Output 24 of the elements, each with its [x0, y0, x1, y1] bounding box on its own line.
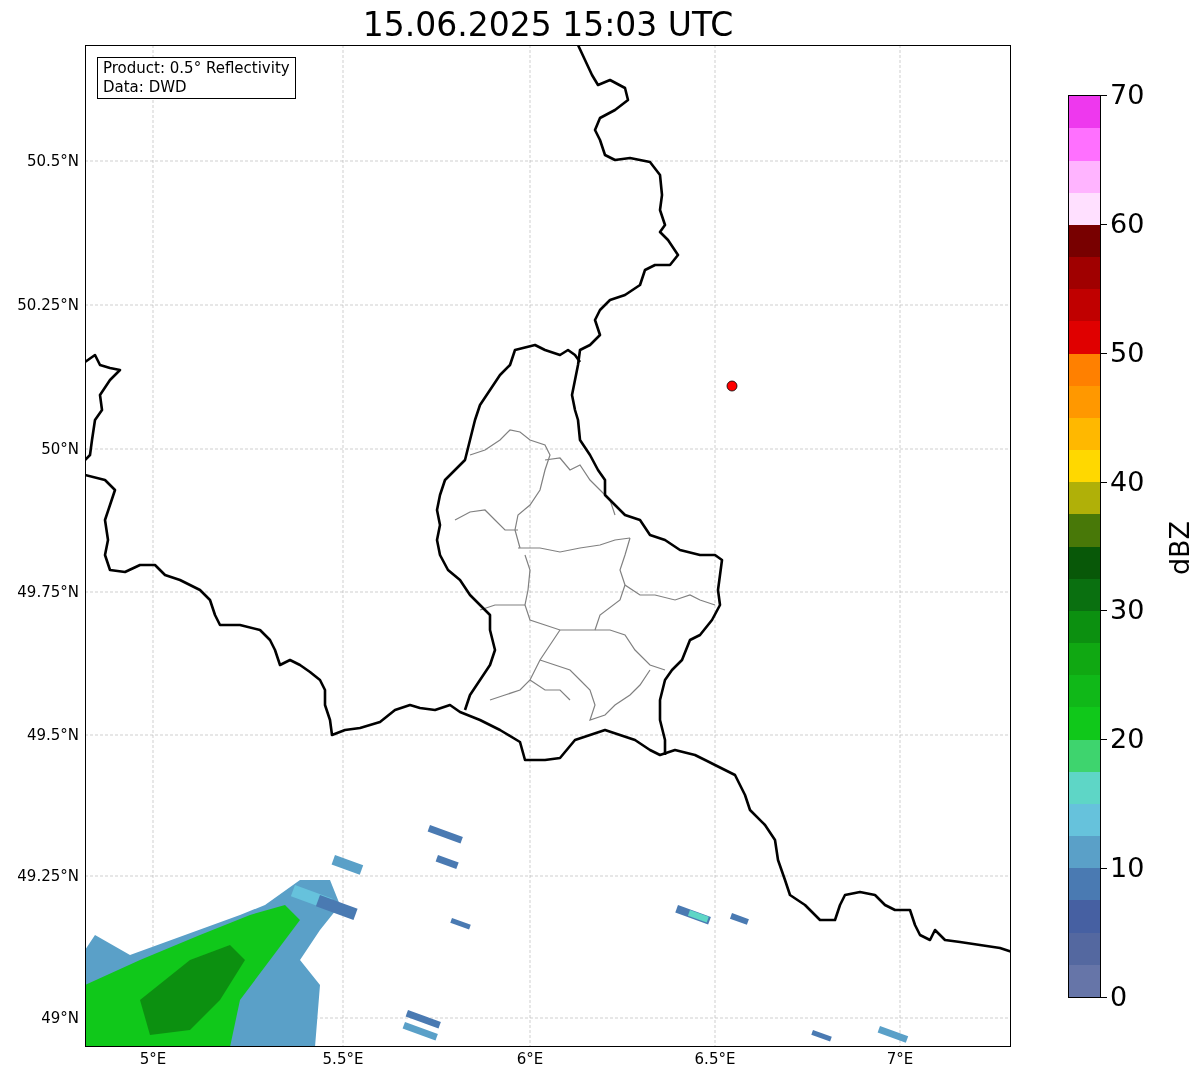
x-axis-label: 5°E — [139, 1049, 167, 1070]
chart-title: 15.06.2025 15:03 UTC — [362, 4, 734, 46]
x-axis-label: 6°E — [516, 1049, 544, 1070]
y-axis-label: 49.75°N — [17, 582, 79, 602]
info-box: Product: 0.5° Reflectivity Data: DWD — [97, 57, 296, 99]
x-axis-label: 7°E — [886, 1049, 914, 1070]
y-axis-label: 49.5°N — [26, 725, 79, 745]
colorbar-tick-label: 20 — [1110, 723, 1145, 756]
colorbar-tick-label: 30 — [1110, 594, 1145, 627]
colorbar-tick-label: 10 — [1110, 852, 1145, 885]
colorbar-tick-label: 60 — [1110, 207, 1145, 240]
colorbar-tick-label: 40 — [1110, 465, 1145, 498]
colorbar-tick-label: 0 — [1110, 981, 1128, 1013]
y-axis-label: 50°N — [41, 439, 79, 459]
colorbar-label: dBZ — [1164, 520, 1196, 576]
location-marker — [726, 380, 738, 392]
colorbar-tick-label: 70 — [1110, 79, 1145, 111]
y-axis-label: 50.5°N — [26, 151, 79, 171]
y-axis-label: 49°N — [41, 1008, 79, 1028]
colorbar-tick-label: 50 — [1110, 336, 1145, 369]
x-axis-label: 6.5°E — [694, 1049, 736, 1070]
y-axis-label: 49.25°N — [17, 866, 79, 886]
y-axis-label: 50.25°N — [17, 295, 79, 315]
x-axis-label: 5.5°E — [322, 1049, 364, 1070]
